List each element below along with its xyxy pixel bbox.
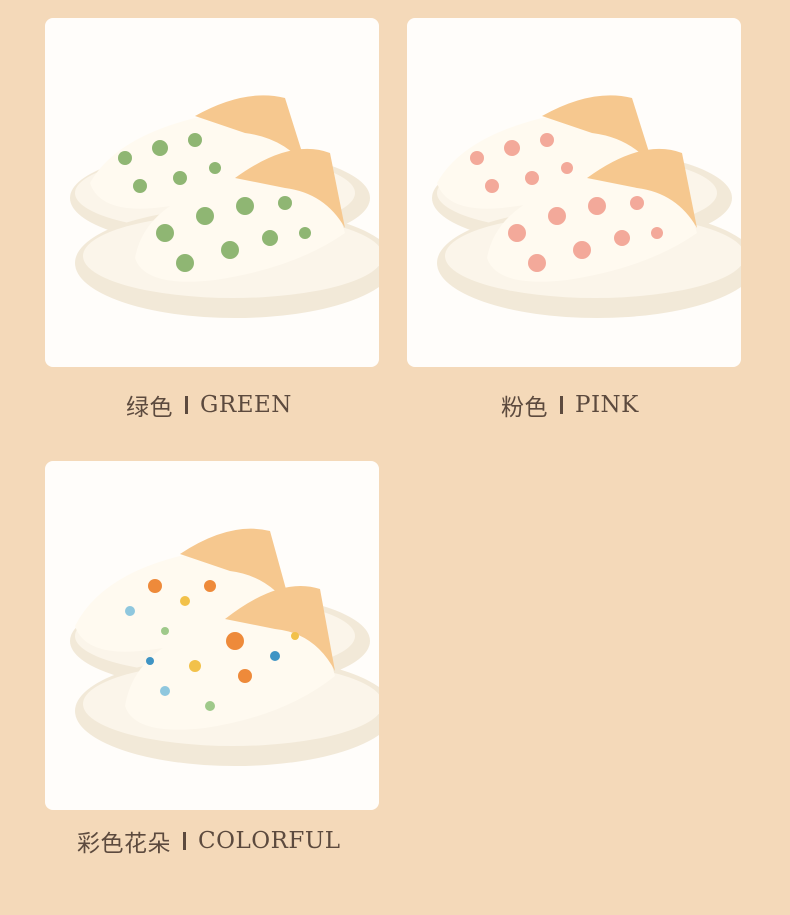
separator — [183, 832, 186, 850]
caption-pink: 粉色 PINK — [501, 388, 639, 422]
caption-green-zh: 绿色 — [126, 395, 173, 421]
caption-pink-zh: 粉色 — [501, 395, 548, 421]
separator — [185, 396, 188, 414]
caption-green: 绿色 GREEN — [126, 388, 292, 422]
caption-colorful-en: COLORFUL — [198, 828, 341, 854]
caption-colorful-zh: 彩色花朵 — [77, 831, 171, 857]
slipper-green-illustration — [70, 95, 379, 318]
slipper-colorful-illustration — [70, 528, 379, 766]
product-image-colorful — [45, 461, 379, 810]
slipper-pink-illustration — [432, 95, 741, 318]
caption-pink-en: PINK — [575, 392, 639, 418]
caption-green-en: GREEN — [200, 392, 292, 418]
separator — [560, 396, 563, 414]
caption-colorful: 彩色花朵 COLORFUL — [77, 824, 341, 858]
product-image-pink — [407, 18, 741, 367]
product-image-green — [45, 18, 379, 367]
